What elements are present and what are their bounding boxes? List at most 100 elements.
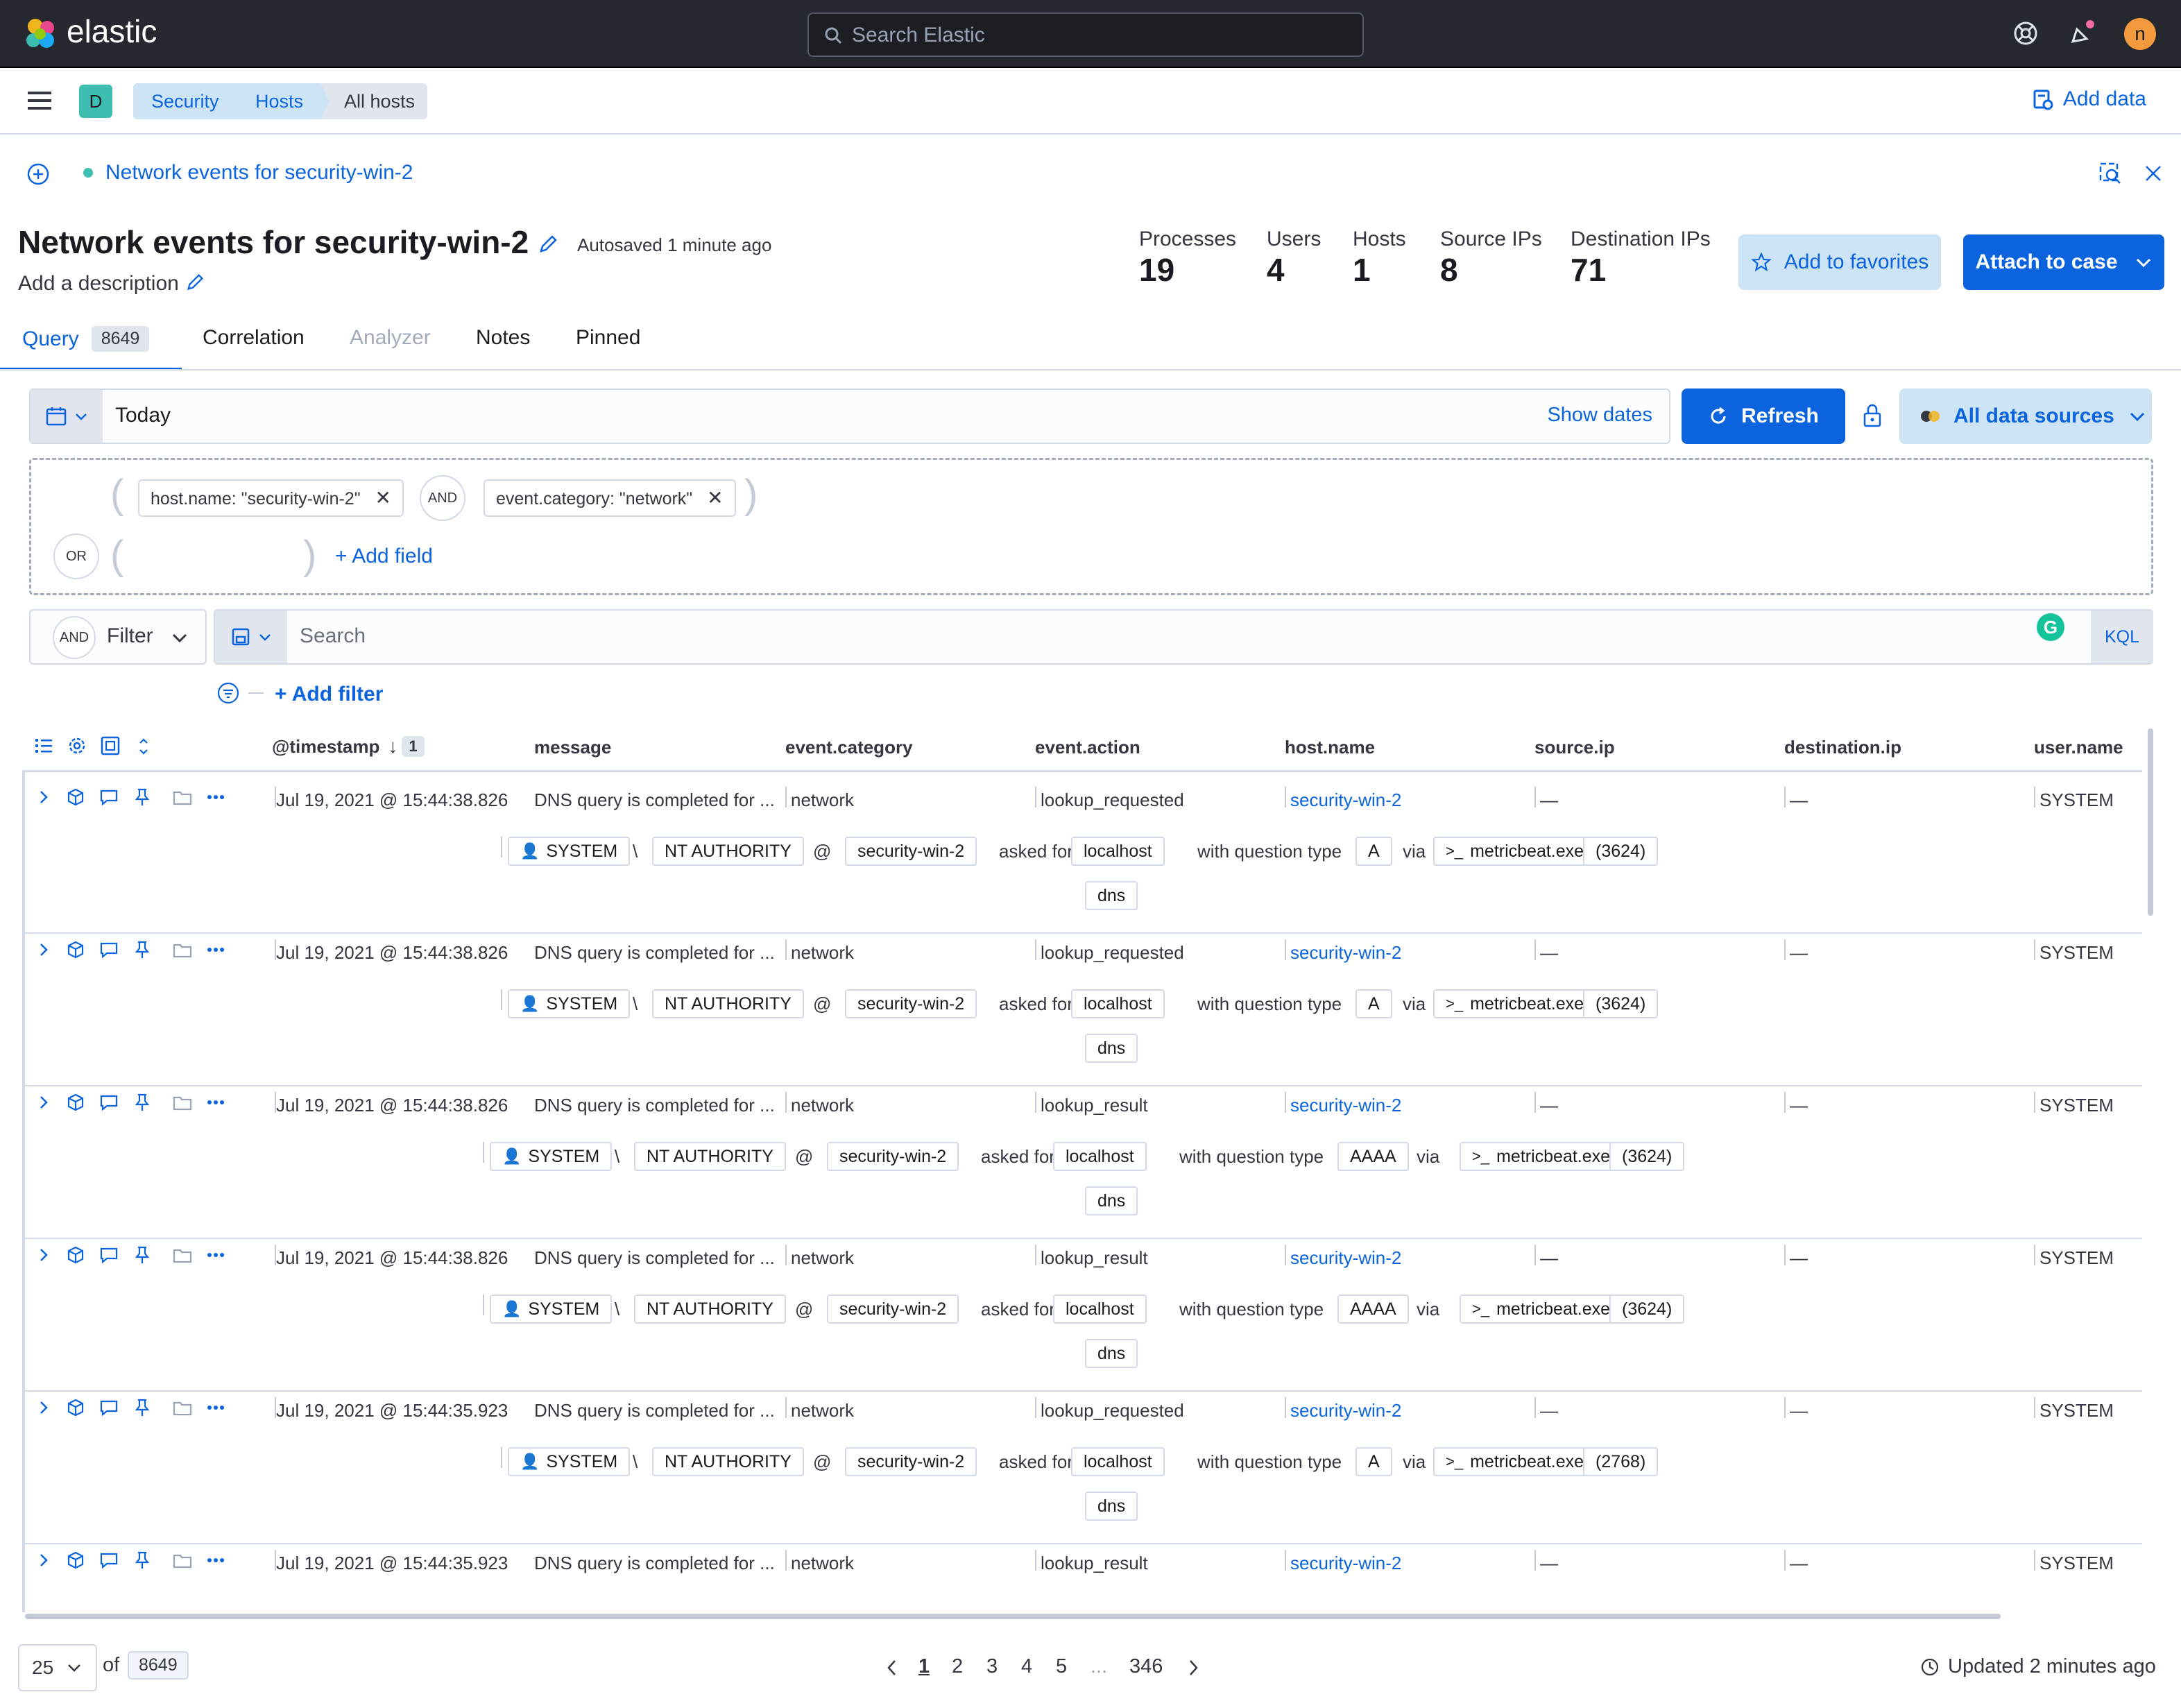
cell-event-category[interactable]: network — [791, 1095, 854, 1116]
inspect-icon[interactable] — [2098, 161, 2123, 186]
detail-process-chip[interactable]: >_ metricbeat.exe — [1433, 989, 1597, 1018]
add-note-icon[interactable] — [99, 939, 119, 960]
detail-drag-handle[interactable] — [483, 1295, 484, 1315]
page-3[interactable]: 3 — [986, 1655, 998, 1678]
lock-icon[interactable] — [1861, 402, 1884, 429]
elastic-logo-icon[interactable] — [24, 17, 58, 51]
analyze-event-icon[interactable] — [65, 939, 86, 960]
kql-language-toggle[interactable]: KQL — [2091, 610, 2153, 663]
detail-protocol-chip[interactable]: dns — [1085, 1186, 1138, 1215]
cell-drag-handle[interactable] — [2034, 1550, 2035, 1571]
detail-user-chip[interactable]: 👤 SYSTEM — [508, 989, 631, 1018]
column-header-message[interactable]: message — [534, 737, 611, 758]
help-icon[interactable] — [2012, 19, 2039, 47]
detail-pid-chip[interactable]: (3624) — [1583, 989, 1659, 1018]
tab-correlation[interactable]: Correlation — [203, 326, 305, 350]
detail-host-chip[interactable]: security-win-2 — [827, 1142, 959, 1171]
pin-event-icon[interactable] — [132, 1550, 153, 1571]
detail-user-chip[interactable]: 👤 SYSTEM — [508, 837, 631, 866]
show-dates-link[interactable]: Show dates — [1547, 404, 1652, 427]
detail-pid-chip[interactable]: (3624) — [1609, 1142, 1685, 1171]
cell-drag-handle[interactable] — [1534, 939, 1536, 960]
cell-drag-handle[interactable] — [1285, 787, 1286, 808]
gear-icon[interactable] — [67, 735, 87, 756]
detail-process-chip[interactable]: >_ metricbeat.exe — [1460, 1142, 1623, 1171]
column-header-event-action[interactable]: event.action — [1035, 737, 1140, 758]
edit-description-icon[interactable] — [185, 272, 205, 293]
vertical-scrollbar[interactable] — [2148, 728, 2153, 916]
cell-drag-handle[interactable] — [1784, 1550, 1786, 1571]
detail-drag-handle[interactable] — [483, 1142, 484, 1163]
analyze-event-icon[interactable] — [65, 787, 86, 808]
cell-drag-handle[interactable] — [785, 1550, 787, 1571]
add-to-case-icon[interactable] — [172, 1092, 193, 1113]
detail-host-chip[interactable]: security-win-2 — [845, 1447, 977, 1476]
detail-user-chip[interactable]: 👤 SYSTEM — [490, 1295, 613, 1324]
add-to-favorites-button[interactable]: Add to favorites — [1738, 234, 1941, 290]
cell-event-action[interactable]: lookup_requested — [1041, 789, 1184, 811]
cell-drag-handle[interactable] — [1784, 1397, 1786, 1418]
analyze-event-icon[interactable] — [65, 1245, 86, 1265]
column-header-source-ip[interactable]: source.ip — [1534, 737, 1615, 758]
tab-query[interactable]: Query 8649 — [22, 326, 150, 352]
cell-host-name[interactable]: security-win-2 — [1290, 1553, 1401, 1574]
remove-pill-icon[interactable]: ✕ — [707, 487, 723, 509]
cell-drag-handle[interactable] — [785, 1245, 787, 1265]
cell-drag-handle[interactable] — [1784, 1245, 1786, 1265]
cell-drag-handle[interactable] — [1534, 787, 1536, 808]
add-to-case-icon[interactable] — [172, 1550, 193, 1571]
analyze-event-icon[interactable] — [65, 1550, 86, 1571]
cell-drag-handle[interactable] — [2034, 1397, 2035, 1418]
edit-title-icon[interactable] — [537, 233, 559, 255]
column-header-destination-ip[interactable]: destination.ip — [1784, 737, 1901, 758]
cell-drag-handle[interactable] — [1035, 1397, 1036, 1418]
refresh-button[interactable]: Refresh — [1682, 388, 1845, 444]
user-avatar[interactable]: n — [2124, 18, 2156, 50]
tab-pinned[interactable]: Pinned — [576, 326, 640, 350]
cell-drag-handle[interactable] — [785, 1397, 787, 1418]
cell-drag-handle[interactable] — [1534, 1092, 1536, 1113]
cell-drag-handle[interactable] — [1285, 1550, 1286, 1571]
detail-protocol-chip[interactable]: dns — [1085, 1492, 1138, 1521]
query-builder-dropzone[interactable]: ( host.name: "security-win-2" ✕ AND even… — [29, 458, 2153, 595]
cell-drag-handle[interactable] — [785, 1092, 787, 1113]
row-height-icon[interactable] — [136, 737, 151, 756]
cell-drag-handle[interactable] — [1784, 1092, 1786, 1113]
detail-user-chip[interactable]: 👤 SYSTEM — [508, 1447, 631, 1476]
quick-select-button[interactable] — [31, 390, 103, 443]
cell-event-action[interactable]: lookup_requested — [1041, 1400, 1184, 1421]
add-to-case-icon[interactable] — [172, 1245, 193, 1265]
detail-query-chip[interactable]: localhost — [1053, 1142, 1147, 1171]
more-actions-icon[interactable] — [205, 939, 226, 960]
expand-event-icon[interactable] — [33, 1092, 54, 1113]
detail-protocol-chip[interactable]: dns — [1085, 881, 1138, 910]
add-to-case-icon[interactable] — [172, 787, 193, 808]
cell-drag-handle[interactable] — [785, 787, 787, 808]
attach-to-case-button[interactable]: Attach to case — [1963, 234, 2164, 290]
cell-drag-handle[interactable] — [2034, 787, 2035, 808]
horizontal-scrollbar[interactable] — [25, 1614, 2001, 1619]
add-data-link[interactable]: Add data — [2031, 87, 2146, 111]
column-header-event-category[interactable]: event.category — [785, 737, 913, 758]
fields-browser-icon[interactable] — [33, 735, 54, 756]
cell-drag-handle[interactable] — [1534, 1397, 1536, 1418]
menu-icon[interactable] — [28, 90, 53, 111]
grammarly-icon[interactable]: G — [2037, 613, 2064, 641]
page-4[interactable]: 4 — [1021, 1655, 1032, 1678]
pin-event-icon[interactable] — [132, 1397, 153, 1418]
pin-event-icon[interactable] — [132, 1092, 153, 1113]
more-actions-icon[interactable] — [205, 1245, 226, 1265]
detail-domain-chip[interactable]: NT AUTHORITY — [652, 989, 804, 1018]
analyze-event-icon[interactable] — [65, 1397, 86, 1418]
page-2[interactable]: 2 — [952, 1655, 963, 1678]
cell-host-name[interactable]: security-win-2 — [1290, 1400, 1401, 1421]
data-sources-selector[interactable]: All data sources — [1899, 388, 2152, 444]
detail-question-type-chip[interactable]: A — [1355, 1447, 1392, 1476]
pin-event-icon[interactable] — [132, 787, 153, 808]
detail-host-chip[interactable]: security-win-2 — [827, 1295, 959, 1324]
detail-question-type-chip[interactable]: A — [1355, 837, 1392, 866]
description-placeholder[interactable]: Add a description — [18, 272, 179, 296]
cell-drag-handle[interactable] — [1035, 939, 1036, 960]
cell-drag-handle[interactable] — [1035, 1245, 1036, 1265]
analyze-event-icon[interactable] — [65, 1092, 86, 1113]
